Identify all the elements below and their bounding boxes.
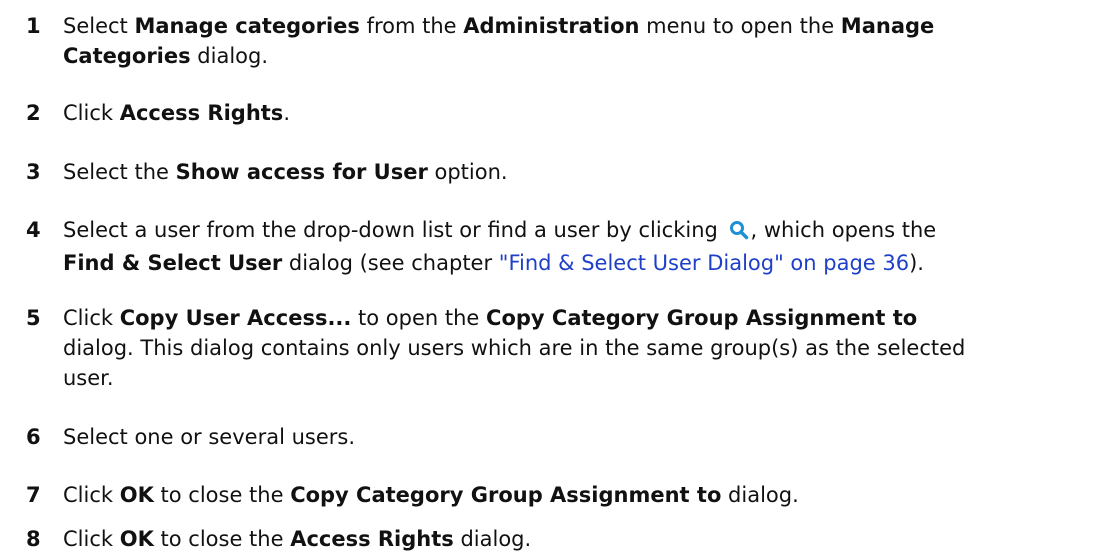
step-text: Click OK to close the Copy Category Grou…	[63, 480, 1083, 510]
text-run: option.	[427, 160, 508, 184]
ui-term: Copy Category Group Assignment to	[486, 306, 918, 330]
text-run: dialog (see chapter	[282, 251, 499, 275]
text-run: to close the	[153, 527, 291, 551]
text-run: ).	[909, 251, 924, 275]
text-run: to close the	[153, 483, 291, 507]
text-run: Click	[63, 527, 120, 551]
text-run: dialog. This dialog contains only users …	[63, 336, 966, 360]
step-number: 3	[26, 160, 41, 184]
text-run: Select a user from the drop-down list or…	[63, 218, 725, 242]
step-number: 4	[26, 218, 41, 242]
step-number: 2	[26, 101, 41, 125]
step-text: Select one or several users.	[63, 422, 1083, 452]
text-run: dialog.	[190, 44, 269, 68]
text-run: to open the	[351, 306, 487, 330]
text-run: Select the	[63, 160, 176, 184]
step-number: 6	[26, 425, 41, 449]
ui-term: OK	[119, 483, 154, 507]
ui-term: Manage categories	[134, 14, 360, 38]
text-run: , which opens the	[750, 218, 937, 242]
step-number: 8	[26, 527, 41, 551]
text-run: Select one or several users.	[63, 425, 356, 449]
step-text: Select a user from the drop-down list or…	[63, 215, 1083, 278]
step-text: Click Copy User Access... to open the Co…	[63, 303, 1083, 393]
step-text: Click Access Rights.	[63, 98, 1083, 128]
ui-term: Access Rights	[290, 527, 454, 551]
step-text: Click OK to close the Access Rights dial…	[63, 524, 1083, 554]
text-run: user.	[63, 366, 114, 390]
chapter-link[interactable]: "Find & Select User Dialog" on page 36	[499, 251, 909, 275]
ui-term: Access Rights	[119, 101, 284, 125]
text-run: from the	[359, 14, 464, 38]
step-number: 5	[26, 306, 41, 330]
ui-term: Manage	[840, 14, 935, 38]
ui-term: Show access for User	[175, 160, 428, 184]
text-run: Select	[63, 14, 135, 38]
step-number: 7	[26, 483, 41, 507]
text-run: menu to open the	[639, 14, 841, 38]
step-number: 1	[26, 14, 41, 38]
ui-term: Find & Select User	[63, 251, 283, 275]
ui-term: OK	[119, 527, 154, 551]
text-run: Click	[63, 306, 120, 330]
ui-term: Copy User Access...	[119, 306, 352, 330]
step-text: Select Manage categories from the Admini…	[63, 11, 1083, 71]
text-run: dialog.	[453, 527, 532, 551]
ui-term: Administration	[463, 14, 640, 38]
text-run: .	[283, 101, 290, 125]
search-icon	[729, 218, 749, 248]
text-run: Click	[63, 101, 120, 125]
text-run: Click	[63, 483, 120, 507]
ui-term: Copy Category Group Assignment to	[290, 483, 722, 507]
text-run: dialog.	[721, 483, 799, 507]
step-text: Select the Show access for User option.	[63, 157, 1083, 187]
ui-term: Categories	[63, 44, 191, 68]
